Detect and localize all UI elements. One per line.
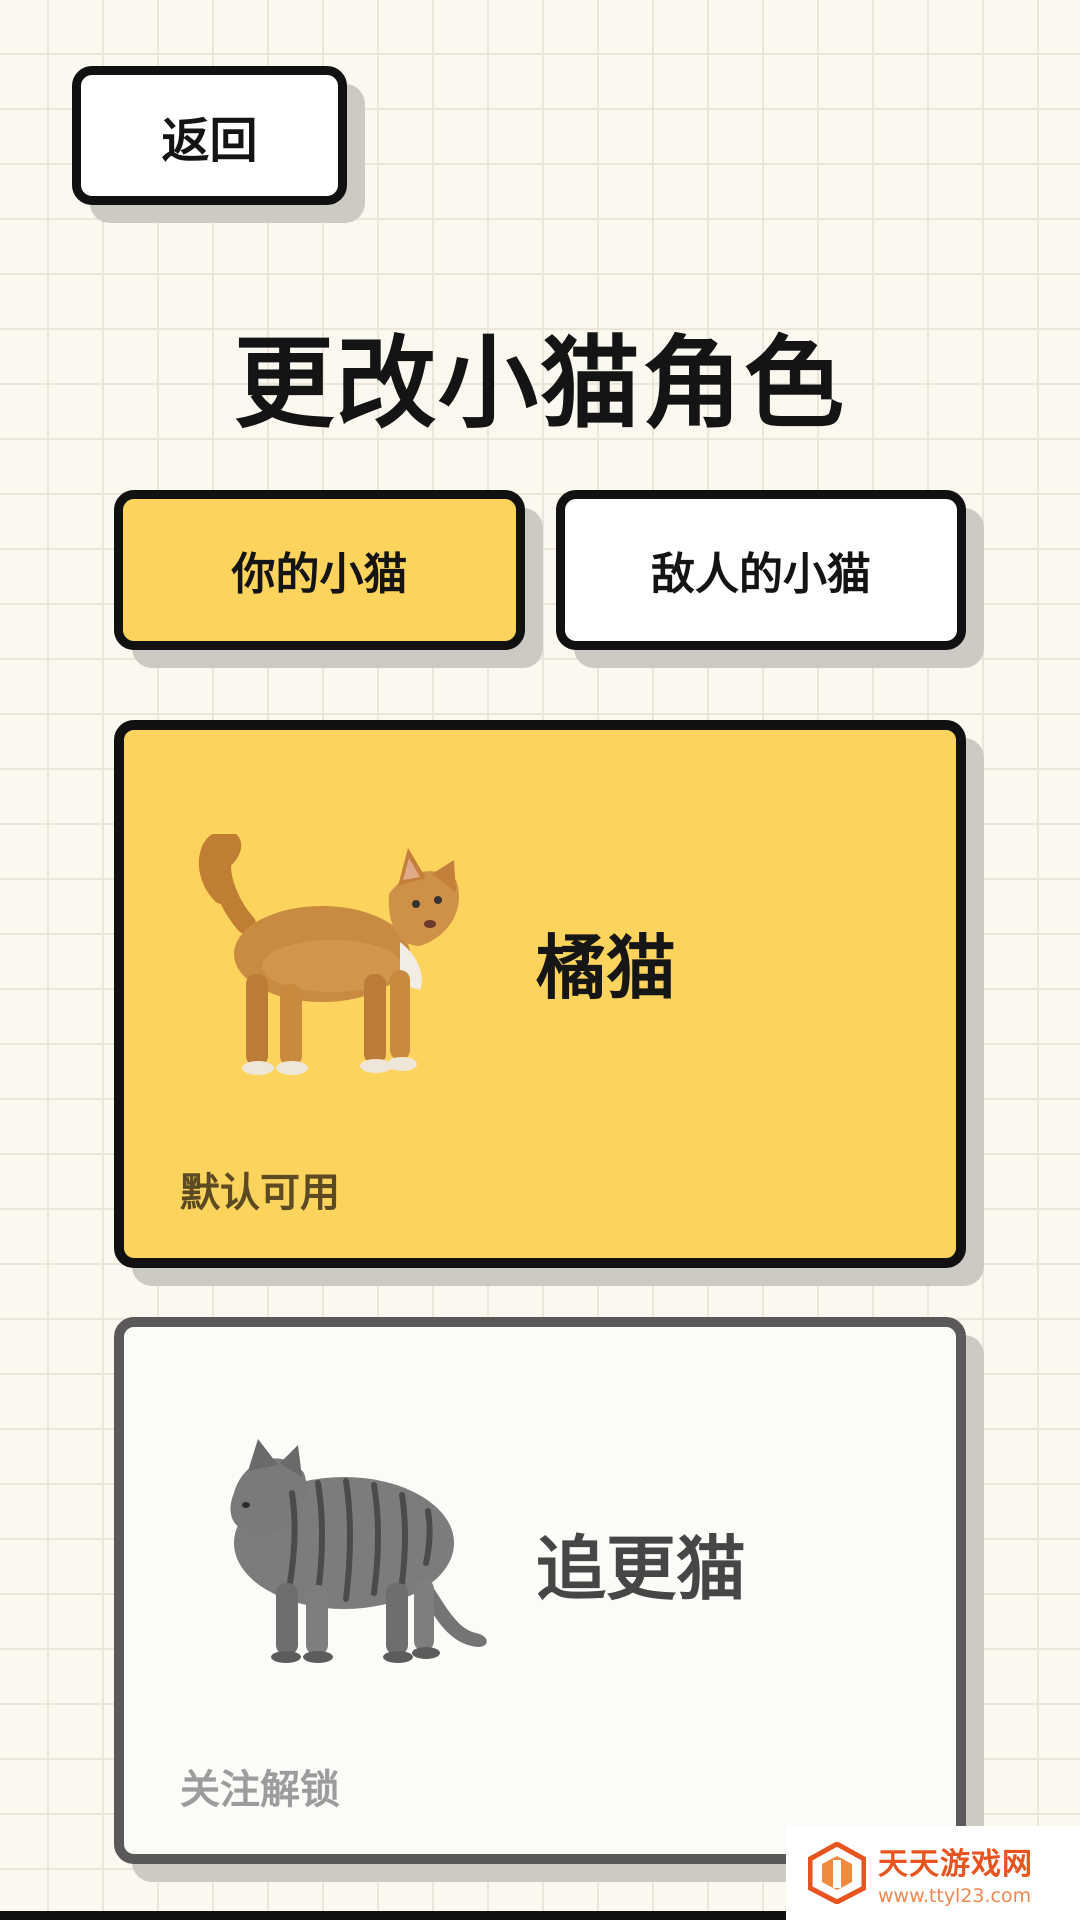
cat-name-orange: 橘猫 <box>536 927 676 1009</box>
watermark-url: www.ttyl23.com <box>878 1885 1032 1907</box>
watermark-title: 天天游戏网 <box>878 1847 1033 1882</box>
watermark-logo-icon <box>808 1842 866 1904</box>
cat-name-tabby: 追更猫 <box>536 1528 746 1610</box>
watermark: 天天游戏网 www.ttyl23.com <box>786 1826 1080 1920</box>
page-title: 更改小猫角色 <box>234 325 846 442</box>
tabby-cat-image <box>230 1439 487 1663</box>
tab-my-cat[interactable]: 你的小猫 <box>114 490 525 650</box>
cat-status-orange: 默认可用 <box>180 1170 340 1216</box>
tab-enemy-cat-label: 敌人的小猫 <box>651 549 871 600</box>
back-button-label: 返回 <box>161 112 258 169</box>
cat-status-tabby: 关注解锁 <box>180 1767 340 1813</box>
cat-card-orange[interactable]: 橘猫 默认可用 <box>114 720 966 1268</box>
orange-cat-image <box>199 834 459 1075</box>
tab-enemy-cat[interactable]: 敌人的小猫 <box>556 490 966 650</box>
cat-card-tabby[interactable]: 追更猫 关注解锁 <box>114 1317 966 1864</box>
back-button[interactable]: 返回 <box>72 66 347 205</box>
bottom-edge-bar <box>0 1911 786 1920</box>
tab-my-cat-label: 你的小猫 <box>231 549 408 600</box>
